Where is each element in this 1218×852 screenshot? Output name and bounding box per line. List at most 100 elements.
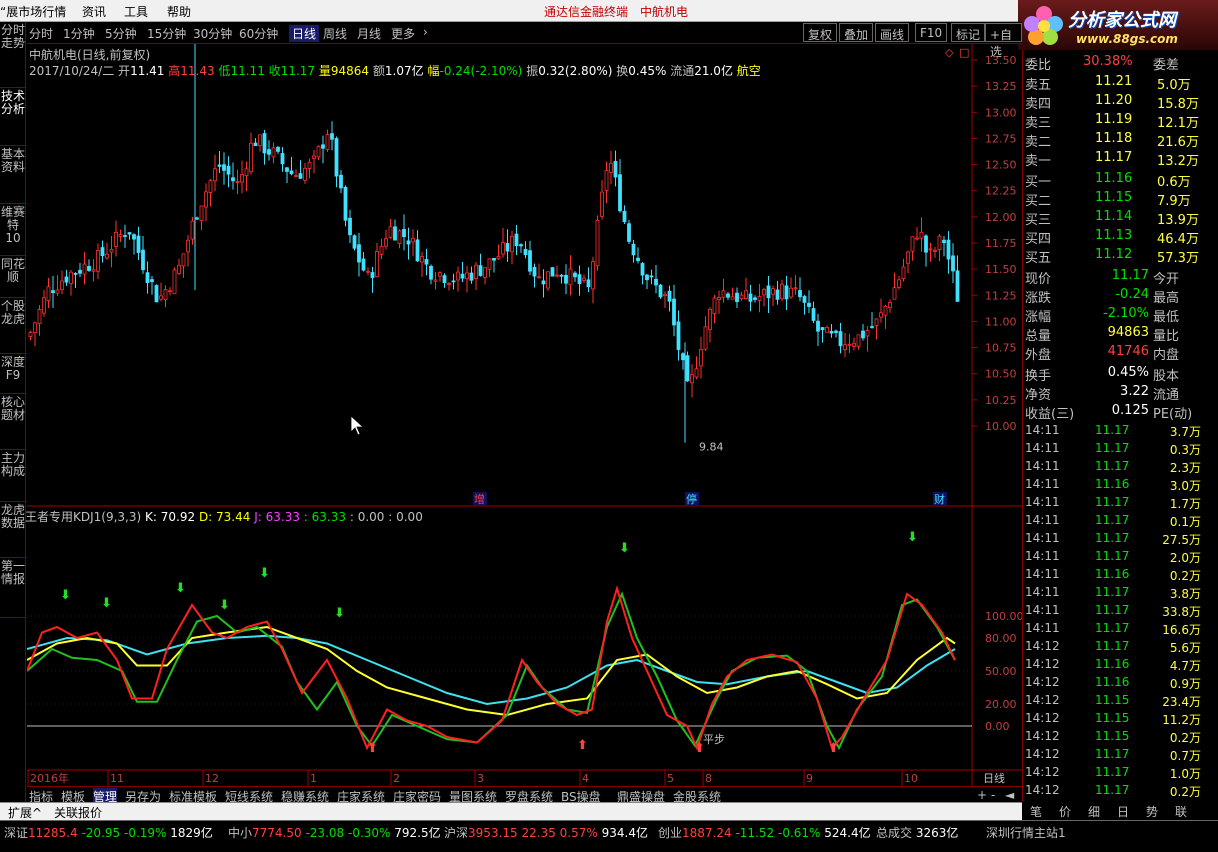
candle-body [271, 147, 276, 158]
detail-tab-5[interactable]: 联 [1175, 803, 1187, 820]
candle-body [136, 235, 141, 253]
related-quote-button[interactable]: 关联报价 [54, 804, 102, 821]
index-hushen[interactable]: 沪深3953.15 22.35 0.57% 934.4亿 [444, 824, 648, 841]
candle-body [667, 290, 672, 302]
candle-body [447, 283, 451, 285]
candle-body [901, 266, 906, 279]
tick-volume: 3.8万 [1169, 587, 1201, 601]
candle-body [627, 223, 631, 242]
left-tab-6[interactable]: 深度F9 [0, 354, 26, 394]
period-tab-9[interactable]: 更多 [391, 25, 415, 42]
candle-body [240, 174, 244, 183]
candle-body [213, 168, 217, 182]
candle-body [82, 263, 87, 275]
period-tab-6[interactable]: 日线 [289, 25, 320, 42]
detail-tab-2[interactable]: 细 [1088, 803, 1100, 820]
sell-label: 卖一 [1025, 154, 1052, 169]
period-tab-1[interactable]: 1分钟 [63, 25, 95, 42]
period-tab-8[interactable]: 月线 [357, 25, 381, 42]
left-tab-2[interactable]: 基本资料 [0, 146, 26, 204]
left-tab-3[interactable]: 维赛特10 [0, 204, 26, 256]
candle-body [438, 272, 442, 277]
candle-body [289, 170, 294, 175]
detail-tab-1[interactable]: 价 [1059, 803, 1071, 820]
left-tab-7[interactable]: 核心题材 [0, 394, 26, 450]
menu-tools[interactable]: 工具 [124, 3, 148, 20]
chart-area[interactable]: 13.50 13.25 13.00 12.75 12.50 12.25 12.00 11.75… [25, 44, 1022, 786]
kdj-k-value: K: 70.92 [145, 510, 196, 524]
left-tab-9[interactable]: 龙虎数据 [0, 502, 26, 558]
period-tab-7[interactable]: 周线 [323, 25, 347, 42]
candle-body [937, 235, 942, 250]
index-chuangye[interactable]: 创业1887.24 -11.52 -0.61% 524.4亿 [658, 824, 871, 841]
candle-body [564, 274, 568, 284]
sell-price: 11.19 [1095, 112, 1133, 127]
menu-help[interactable]: 帮助 [167, 3, 191, 20]
candle-body [622, 210, 627, 223]
index-shenzhen[interactable]: 深证11285.4 -20.95 -0.19% 1829亿 [4, 824, 213, 841]
left-tab-8[interactable]: 主力构成 [0, 450, 26, 502]
plus-icon[interactable]: + [977, 788, 987, 802]
toolbar-button-4[interactable]: 标记 [951, 23, 986, 42]
sell-level-4: 卖四 11.20 15.8万 [1023, 91, 1218, 112]
high-marker: 13.71 [199, 44, 231, 45]
left-tab-0[interactable]: 分时走势 [0, 22, 26, 88]
sell-price: 11.21 [1095, 74, 1133, 89]
detail-tab-4[interactable]: 势 [1146, 803, 1158, 820]
candle-body [663, 293, 667, 296]
chevron-right-icon[interactable]: › [423, 25, 428, 39]
down-arrow-icon: ⬇ [334, 606, 345, 621]
toolbar-button-0[interactable]: 复权 [803, 23, 838, 42]
price-axis-label: 12.00 [985, 211, 1017, 224]
candle-body [366, 270, 370, 273]
candle-body [343, 186, 348, 221]
detail-tab-0[interactable]: 笔 [1030, 803, 1042, 820]
left-tab-10[interactable]: 第一情报 [0, 558, 26, 618]
toolbar-button-3[interactable]: F10 [915, 23, 948, 42]
period-tab-5[interactable]: 60分钟 [239, 25, 278, 42]
index-zhongxiao[interactable]: 中小7774.50 -23.08 -0.30% 792.5亿 [228, 824, 441, 841]
left-arrow-icon[interactable]: ◄ [1005, 788, 1014, 802]
tick-time: 14:12 [1025, 729, 1060, 743]
period-tab-2[interactable]: 5分钟 [105, 25, 137, 42]
up-arrow-icon: ⬆ [577, 738, 588, 753]
candle-body [253, 142, 258, 147]
menu-market[interactable]: “展市场行情 [0, 3, 66, 20]
candle-body [127, 232, 132, 235]
candle-body [838, 331, 843, 347]
candle-body [217, 164, 222, 167]
period-tab-4[interactable]: 30分钟 [193, 25, 232, 42]
candle-body [843, 344, 847, 350]
detail-tab-3[interactable]: 日 [1117, 803, 1129, 820]
toolbar-button-1[interactable]: 叠加 [839, 23, 874, 42]
candle-body [249, 142, 253, 173]
server-name[interactable]: 深圳行情主站1 [986, 824, 1066, 841]
left-tab-4[interactable]: 同花顺 [0, 256, 26, 298]
candle-body [510, 236, 514, 253]
expand-button[interactable]: 扩展^ [8, 804, 42, 821]
toolbar-button-2[interactable]: 画线 [875, 23, 910, 42]
left-tab-1[interactable]: 技术分析 [0, 88, 26, 146]
tick-row: 14:12 11.17 1.0万 [1023, 764, 1218, 782]
tick-volume: 3.7万 [1169, 425, 1201, 439]
tick-row: 14:11 11.17 2.0万 [1023, 548, 1218, 566]
candle-body [123, 235, 127, 237]
float-label: 流通 [670, 64, 695, 78]
candle-body [870, 326, 874, 328]
tick-time: 14:11 [1025, 495, 1060, 509]
stat2-value: 0.45% [1107, 365, 1149, 380]
left-tab-5[interactable]: 个股龙虎 [0, 298, 26, 354]
stat-row-1: 涨跌 -0.24 最高 [1023, 285, 1218, 306]
tick-time: 14:11 [1025, 603, 1060, 617]
period-tab-3[interactable]: 15分钟 [147, 25, 186, 42]
tick-volume: 33.8万 [1162, 605, 1201, 619]
float-value: 21.0亿 [694, 64, 733, 78]
amp-label: 振 [526, 64, 539, 78]
kline-chart[interactable]: 13.50 13.25 13.00 12.75 12.50 12.25 12.00 11.75… [27, 44, 1022, 786]
menu-news[interactable]: 资讯 [82, 3, 106, 20]
sector-value[interactable]: 航空 [737, 64, 761, 78]
minus-icon[interactable]: - [991, 788, 995, 802]
toolbar-button-5[interactable]: +自选 [985, 23, 1022, 59]
candle-body [924, 235, 928, 253]
period-tab-0[interactable]: 分时 [29, 25, 53, 42]
